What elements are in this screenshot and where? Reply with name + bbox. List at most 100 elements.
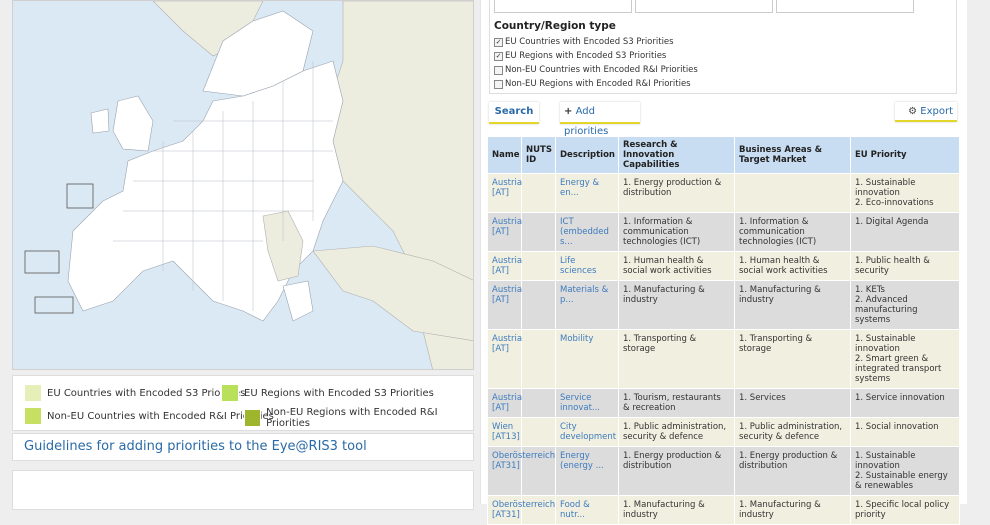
col-header-name[interactable]: Name <box>487 136 522 174</box>
cell-eu-priority: 1. Digital Agenda <box>850 212 960 252</box>
cell-business-areas: 1. Manufacturing & industry <box>734 495 851 525</box>
legend-item-non-eu-regions: Non-EU Regions with Encoded R&I Prioriti… <box>244 407 473 429</box>
checkbox-non-eu-countries[interactable]: Non-EU Countries with Encoded R&I Priori… <box>494 65 698 75</box>
cell-nuts-id <box>521 417 556 447</box>
cell-name[interactable]: Oberösterreich [AT31] <box>487 495 555 525</box>
table-row[interactable]: Austria [AT] Materials & p... 1. Manufactu… <box>487 280 960 330</box>
cell-nuts-id <box>521 212 556 252</box>
table-row[interactable]: Oberösterreich [AT31] Energy (energy ... 1… <box>487 446 960 496</box>
checkbox-checked-icon[interactable]: ✓ <box>494 37 503 47</box>
cell-eu-priority: 1. Service innovation <box>850 388 960 418</box>
cell-name[interactable]: Wien [AT13] <box>487 417 522 447</box>
cell-description[interactable]: Materials & p... <box>555 280 619 330</box>
col-header-nuts-id[interactable]: NUTS ID <box>521 136 556 174</box>
cell-eu-priority: 1. Sustainable innovation 2. Eco-innovat… <box>850 173 960 213</box>
cell-nuts-id <box>521 388 556 418</box>
cell-ri-capabilities: 1. Energy production & distribution <box>618 446 735 496</box>
cell-ri-capabilities: 1. Public administration, security & def… <box>618 417 735 447</box>
export-button[interactable]: ⚙ Export <box>895 102 957 122</box>
legend-item-eu-regions: EU Regions with Encoded S3 Priorities <box>221 384 434 402</box>
cell-nuts-id <box>521 251 556 281</box>
legend-swatch <box>24 407 42 425</box>
col-header-description[interactable]: Description <box>555 136 619 174</box>
cell-ri-capabilities: 1. Tourism, restaurants & recreation <box>618 388 735 418</box>
checkbox-label: Non-EU Countries with Encoded R&I Priori… <box>505 65 698 75</box>
cell-name[interactable]: Austria [AT] <box>487 280 522 330</box>
cell-business-areas <box>734 173 851 213</box>
cell-business-areas: 1. Public administration, security & def… <box>734 417 851 447</box>
cell-business-areas: 1. Transporting & storage <box>734 329 851 389</box>
table-row[interactable]: Austria [AT] Mobility 1. Transporting & st… <box>487 329 960 389</box>
checkbox-label: EU Countries with Encoded S3 Priorities <box>505 37 674 47</box>
col-header-eu-priority[interactable]: EU Priority <box>850 136 960 174</box>
cell-name[interactable]: Austria [AT] <box>487 212 522 252</box>
cell-eu-priority: 1. Social innovation <box>850 417 960 447</box>
cell-eu-priority: 1. Public health & security <box>850 251 960 281</box>
filter-panel: Country/Region type ✓ EU Countries with … <box>489 0 957 94</box>
cell-description[interactable]: City development <box>555 417 619 447</box>
map-canvas[interactable] <box>13 1 474 370</box>
cell-description[interactable]: Service innovat... <box>555 388 619 418</box>
filter-input-3[interactable] <box>776 0 914 13</box>
search-button[interactable]: Search <box>489 102 539 124</box>
cell-description[interactable]: Energy & en... <box>555 173 619 213</box>
cell-business-areas: 1. Services <box>734 388 851 418</box>
cell-nuts-id <box>521 280 556 330</box>
filter-input-1[interactable] <box>494 0 632 13</box>
legend-item-non-eu-countries: Non-EU Countries with Encoded R&I Priori… <box>24 407 274 425</box>
cell-eu-priority: 1. Sustainable innovation 2. Smart green… <box>850 329 960 389</box>
cell-description[interactable]: Mobility <box>555 329 619 389</box>
checkbox-label: EU Regions with Encoded S3 Priorities <box>505 51 667 61</box>
table-row[interactable]: Austria [AT] Energy & en... 1. Energy prod… <box>487 173 960 213</box>
cell-description[interactable]: ICT (embedded s... <box>555 212 619 252</box>
cell-ri-capabilities: 1. Transporting & storage <box>618 329 735 389</box>
cell-name[interactable]: Austria [AT] <box>487 173 522 213</box>
col-header-ri-capabilities[interactable]: Research & Innovation Capabilities <box>618 136 735 174</box>
region-map[interactable] <box>12 0 474 370</box>
cell-eu-priority: 1. Sustainable innovation 2. Sustainable… <box>850 446 960 496</box>
plus-icon: + <box>564 106 573 117</box>
filter-title: Country/Region type <box>494 20 616 32</box>
cell-description[interactable]: Life sciences <box>555 251 619 281</box>
checkbox-unchecked-icon[interactable] <box>494 79 503 89</box>
table-row[interactable]: Austria [AT] Service innovat... 1. Tourism… <box>487 388 960 418</box>
export-label: Export <box>920 106 953 117</box>
cell-eu-priority: 1. Specific local policy priority <box>850 495 960 525</box>
legend-label: EU Countries with Encoded S3 Priorities <box>47 387 246 399</box>
table-header-row: Name NUTS ID Description Research & Inno… <box>487 136 960 174</box>
add-priorities-button[interactable]: + Add priorities <box>560 102 640 137</box>
cell-description[interactable]: Energy (energy ... <box>555 446 619 496</box>
filter-input-2[interactable] <box>635 0 773 13</box>
legend-swatch <box>24 384 42 402</box>
legend-item-eu-countries: EU Countries with Encoded S3 Priorities <box>24 384 245 402</box>
checkbox-unchecked-icon[interactable] <box>494 65 503 75</box>
legend-label: Non-EU Regions with Encoded R&I Prioriti… <box>266 407 438 429</box>
cell-description[interactable]: Food & nutr... <box>555 495 619 525</box>
results-panel: Country/Region type ✓ EU Countries with … <box>480 0 967 525</box>
checkbox-checked-icon[interactable]: ✓ <box>494 51 503 61</box>
col-header-business-areas[interactable]: Business Areas & Target Market <box>734 136 851 174</box>
legend-label: Non-EU Countries with Encoded R&I Priori… <box>47 410 274 422</box>
checkbox-non-eu-regions[interactable]: Non-EU Regions with Encoded R&I Prioriti… <box>494 79 691 89</box>
guidelines-link[interactable]: Guidelines for adding priorities to the … <box>12 433 474 461</box>
checkbox-eu-countries[interactable]: ✓ EU Countries with Encoded S3 Prioritie… <box>494 37 674 47</box>
table-row[interactable]: Austria [AT] Life sciences 1. Human health… <box>487 251 960 281</box>
cell-business-areas: 1. Manufacturing & industry <box>734 280 851 330</box>
table-row[interactable]: Oberösterreich [AT31] Food & nutr... 1. Ma… <box>487 495 960 525</box>
cell-name[interactable]: Oberösterreich [AT31] <box>487 446 555 496</box>
bottom-panel <box>12 470 474 510</box>
legend-swatch <box>221 384 239 402</box>
table-row[interactable]: Austria [AT] ICT (embedded s... 1. Informa… <box>487 212 960 252</box>
cell-nuts-id <box>521 329 556 389</box>
cell-ri-capabilities: 1. Human health & social work activities <box>618 251 735 281</box>
checkbox-label: Non-EU Regions with Encoded R&I Prioriti… <box>505 79 691 89</box>
checkbox-eu-regions[interactable]: ✓ EU Regions with Encoded S3 Priorities <box>494 51 666 61</box>
table-row[interactable]: Wien [AT13] City development 1. Public adm… <box>487 417 960 447</box>
table-body: Austria [AT] Energy & en... 1. Energy prod… <box>487 173 960 525</box>
cell-name[interactable]: Austria [AT] <box>487 251 522 281</box>
gear-icon: ⚙ <box>908 106 918 117</box>
cell-name[interactable]: Austria [AT] <box>487 388 522 418</box>
cell-name[interactable]: Austria [AT] <box>487 329 522 389</box>
cell-ri-capabilities: 1. Information & communication technolog… <box>618 212 735 252</box>
legend-label: EU Regions with Encoded S3 Priorities <box>244 387 434 399</box>
